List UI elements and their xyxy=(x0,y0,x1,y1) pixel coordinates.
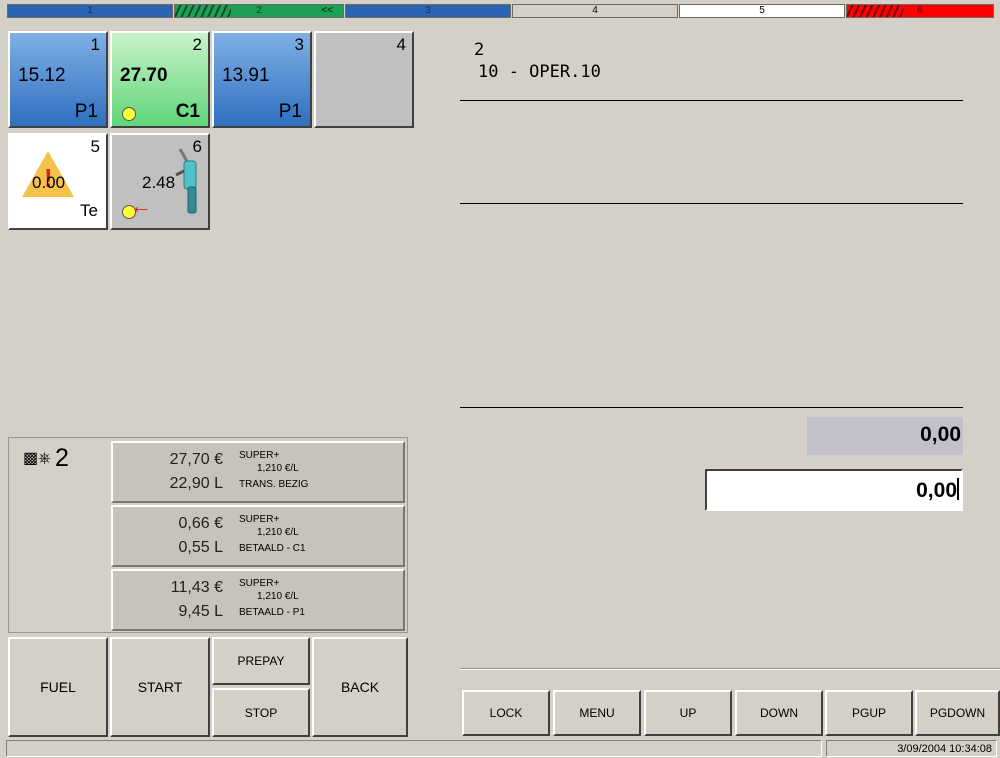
pgup-button[interactable]: PGUP xyxy=(825,690,913,736)
pump-status-6[interactable]: 6 xyxy=(846,4,994,18)
pump-amount: 2.48 xyxy=(142,173,176,192)
pump-status-label: 4 xyxy=(592,5,598,16)
pump-mode: Te xyxy=(80,201,98,220)
fuel-type: SUPER+ xyxy=(239,514,280,525)
transaction-status: BETAALD - P1 xyxy=(239,607,305,618)
pump-status-label: 1 xyxy=(87,5,93,16)
yellow-dot-icon xyxy=(122,205,136,219)
pump-amount: 15.12 xyxy=(18,65,66,86)
pump-status-label: 6 xyxy=(917,5,923,16)
pump-status-bar: 1 2 << 3 4 5 6 xyxy=(0,0,1000,26)
lock-button[interactable]: LOCK xyxy=(462,690,550,736)
fuel-type: SUPER+ xyxy=(239,578,280,589)
divider xyxy=(460,100,963,101)
pump-status-label: 5 xyxy=(759,5,765,16)
divider xyxy=(460,203,963,204)
stop-button[interactable]: STOP xyxy=(212,688,310,737)
transaction-liters: 22,90 L xyxy=(169,475,223,492)
divider xyxy=(460,407,963,408)
pump-tile-4[interactable]: 4 xyxy=(314,31,414,128)
transaction-amount: 0,66 € xyxy=(178,515,223,532)
status-message-area xyxy=(6,740,822,757)
menu-button[interactable]: MENU xyxy=(553,690,641,736)
fuel-nozzle-icon xyxy=(175,148,197,214)
transaction-status: TRANS. BEZIG xyxy=(239,479,309,490)
pump-status-1[interactable]: 1 xyxy=(7,4,173,18)
prepay-button[interactable]: PREPAY xyxy=(212,637,310,685)
chevron-left-icon: << xyxy=(321,5,333,16)
unit-price: 1,210 €/L xyxy=(257,591,299,602)
pump-mode: P1 xyxy=(278,101,302,122)
amount-input[interactable]: 0,00 xyxy=(705,469,963,511)
transaction-liters: 9,45 L xyxy=(178,603,223,620)
pump-mode: P1 xyxy=(74,101,98,122)
transaction-panel: ▩⎈ 2 27,70 € 22,90 L SUPER+ 1,210 €/L TR… xyxy=(8,437,408,633)
pump-number: 3 xyxy=(294,35,304,54)
pump-amount: 27.70 xyxy=(120,65,168,86)
pump-tile-6[interactable]: 6 ← 2.48 xyxy=(110,133,210,230)
transaction-liters: 0,55 L xyxy=(178,539,223,556)
pump-amount: 0.00 xyxy=(32,173,66,192)
pump-tile-2[interactable]: 2 27.70 C1 xyxy=(110,31,210,128)
status-datetime: 3/09/2004 10:34:08 xyxy=(826,740,997,757)
transaction-status: BETAALD - C1 xyxy=(239,543,306,554)
pump-status-3[interactable]: 3 xyxy=(345,4,511,18)
transaction-row[interactable]: 0,66 € 0,55 L SUPER+ 1,210 €/L BETAALD -… xyxy=(111,505,405,567)
unit-price: 1,210 €/L xyxy=(257,527,299,538)
transaction-amount: 11,43 € xyxy=(170,579,223,596)
total-display: 0,00 xyxy=(807,417,963,455)
pump-status-4[interactable]: 4 xyxy=(512,4,678,18)
pump-number: 2 xyxy=(192,35,202,54)
pump-number: 1 xyxy=(90,35,100,54)
fuel-button[interactable]: FUEL xyxy=(8,637,108,737)
pump-number: 4 xyxy=(396,35,406,54)
transaction-row[interactable]: 11,43 € 9,45 L SUPER+ 1,210 €/L BETAALD … xyxy=(111,569,405,631)
pump-status-label: 3 xyxy=(425,5,431,16)
pgdown-button[interactable]: PGDOWN xyxy=(915,690,1000,736)
hatch-pattern xyxy=(175,5,231,17)
pump-display-icon: ▩⎈ xyxy=(23,450,51,467)
hatch-pattern xyxy=(847,5,903,17)
up-button[interactable]: UP xyxy=(644,690,732,736)
transaction-amount: 27,70 € xyxy=(169,451,223,468)
text-caret xyxy=(957,478,959,500)
pump-tile-5[interactable]: 5 ! 0.00 Te xyxy=(8,133,108,230)
pump-tile-1[interactable]: 1 15.12 P1 xyxy=(8,31,108,128)
pump-mode: C1 xyxy=(175,101,200,122)
pump-status-5[interactable]: 5 xyxy=(679,4,845,18)
function-bar-divider xyxy=(460,668,1000,670)
down-button[interactable]: DOWN xyxy=(735,690,823,736)
yellow-dot-icon xyxy=(122,107,136,121)
fuel-type: SUPER+ xyxy=(239,450,280,461)
pump-amount: 13.91 xyxy=(222,65,270,86)
status-bar: 3/09/2004 10:34:08 xyxy=(0,739,1000,758)
unit-price: 1,210 €/L xyxy=(257,463,299,474)
selected-pump-number: 2 xyxy=(55,444,69,472)
transaction-row[interactable]: 27,70 € 22,90 L SUPER+ 1,210 €/L TRANS. … xyxy=(111,441,405,503)
operator-name: 10 - OPER.10 xyxy=(478,62,601,82)
back-button[interactable]: BACK xyxy=(312,637,408,737)
operator-number: 2 xyxy=(474,40,485,60)
start-button[interactable]: START xyxy=(110,637,210,737)
pump-status-2[interactable]: 2 << xyxy=(174,4,344,18)
amount-input-value: 0,00 xyxy=(916,479,957,502)
pump-tile-3[interactable]: 3 13.91 P1 xyxy=(212,31,312,128)
pump-number: 5 xyxy=(90,137,100,156)
pump-status-label: 2 xyxy=(256,5,262,16)
